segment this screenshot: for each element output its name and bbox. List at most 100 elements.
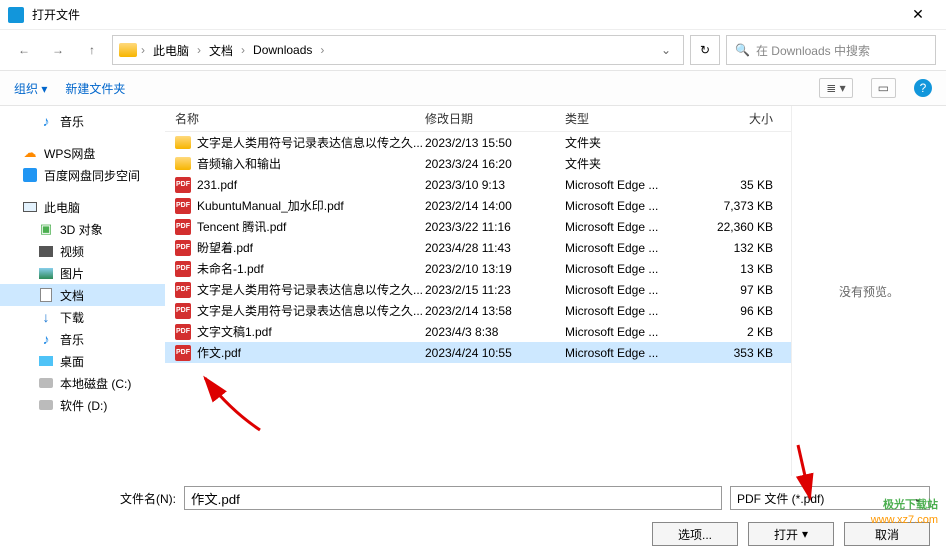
header-type[interactable]: 类型 (565, 110, 710, 127)
close-button[interactable]: ✕ (898, 6, 938, 23)
search-input[interactable]: 🔍 在 Downloads 中搜索 (726, 35, 936, 65)
path-dropdown[interactable]: ⌄ (655, 43, 677, 57)
column-headers: 名称 修改日期 类型 大小 (165, 106, 791, 132)
sidebar-item-label: 桌面 (60, 353, 84, 370)
file-type: Microsoft Edge ... (565, 241, 710, 255)
file-row[interactable]: PDF未命名-1.pdf2023/2/10 13:19Microsoft Edg… (165, 258, 791, 279)
filetype-dropdown[interactable]: PDF 文件 (*.pdf)⌄ (730, 486, 930, 510)
chevron-right-icon: › (241, 43, 245, 57)
header-size[interactable]: 大小 (710, 110, 785, 127)
desk-icon (38, 353, 54, 369)
breadcrumb[interactable]: › 此电脑 › 文档 › Downloads › ⌄ (112, 35, 684, 65)
crumb-docs[interactable]: 文档 (205, 42, 237, 59)
file-row[interactable]: PDF 231.pdf 2023/3/10 9:13Microsoft Edge .… (165, 174, 791, 195)
file-type: Microsoft Edge ... (565, 178, 710, 192)
back-button[interactable]: ← (10, 36, 38, 64)
file-size: 7,373 KB (710, 199, 785, 213)
sidebar-item[interactable]: 软件 (D:) (0, 394, 165, 416)
sidebar-item-label: 视频 (60, 243, 84, 260)
sidebar[interactable]: ♪音乐☁WPS网盘百度网盘同步空间此电脑▣3D 对象视频图片文档↓下载♪音乐桌面… (0, 106, 165, 476)
cancel-button[interactable]: 取消 (844, 522, 930, 546)
header-date[interactable]: 修改日期 (425, 110, 565, 127)
folder-icon (175, 157, 191, 170)
sidebar-item[interactable]: 桌面 (0, 350, 165, 372)
file-type: Microsoft Edge ... (565, 283, 710, 297)
sidebar-item-label: 此电脑 (44, 199, 80, 216)
file-date: 2023/4/24 10:55 (425, 346, 565, 360)
sidebar-item-label: 3D 对象 (60, 221, 103, 238)
file-row[interactable]: PDFTencent 腾讯.pdf2023/3/22 11:16Microsof… (165, 216, 791, 237)
refresh-button[interactable]: ↻ (690, 35, 720, 65)
sidebar-item-label: 音乐 (60, 331, 84, 348)
file-row[interactable]: PDF作文.pdf2023/4/24 10:55Microsoft Edge .… (165, 342, 791, 363)
file-type: 文件夹 (565, 155, 710, 172)
options-button[interactable]: 选项... (652, 522, 738, 546)
file-name: Tencent 腾讯.pdf (197, 218, 286, 235)
search-placeholder: 在 Downloads 中搜索 (756, 42, 870, 59)
sidebar-item-label: WPS网盘 (44, 145, 95, 162)
main: ♪音乐☁WPS网盘百度网盘同步空间此电脑▣3D 对象视频图片文档↓下载♪音乐桌面… (0, 106, 946, 476)
file-size: 13 KB (710, 262, 785, 276)
preview-toggle-button[interactable]: ▭ (871, 78, 896, 98)
open-button[interactable]: 打开 ▾ (748, 522, 834, 546)
sidebar-item[interactable]: 文档 (0, 284, 165, 306)
sidebar-item[interactable]: 此电脑 (0, 196, 165, 218)
sidebar-item[interactable]: ↓下载 (0, 306, 165, 328)
pdf-icon: PDF (175, 177, 191, 193)
filename-input[interactable] (184, 486, 722, 510)
chevron-right-icon: › (320, 43, 324, 57)
sidebar-item[interactable]: ▣3D 对象 (0, 218, 165, 240)
file-name: 未命名-1.pdf (197, 260, 264, 277)
file-row[interactable]: 音频输入和输出2023/3/24 16:20文件夹 (165, 153, 791, 174)
file-row[interactable]: PDFKubuntuManual_加水印.pdf2023/2/14 14:00M… (165, 195, 791, 216)
file-row[interactable]: PDF文字是人类用符号记录表达信息以传之久...2023/2/14 13:58M… (165, 300, 791, 321)
sidebar-item[interactable]: 本地磁盘 (C:) (0, 372, 165, 394)
file-date: 2023/3/10 9:13 (425, 178, 565, 192)
sidebar-item-label: 音乐 (60, 113, 84, 130)
sidebar-item[interactable]: 图片 (0, 262, 165, 284)
up-button[interactable]: ↑ (78, 36, 106, 64)
file-date: 2023/4/28 11:43 (425, 241, 565, 255)
organize-menu[interactable]: 组织 ▾ (14, 80, 47, 97)
crumb-downloads[interactable]: Downloads (249, 43, 316, 57)
footer: 文件名(N): PDF 文件 (*.pdf)⌄ 选项... 打开 ▾ 取消 (0, 476, 946, 558)
file-row[interactable]: 文字是人类用符号记录表达信息以传之久...2023/2/13 15:50文件夹 (165, 132, 791, 153)
video-icon (38, 243, 54, 259)
pdf-icon: PDF (175, 240, 191, 256)
sidebar-item-label: 文档 (60, 287, 84, 304)
file-name: 盼望着.pdf (197, 239, 253, 256)
sidebar-item[interactable]: ☁ WPS网盘 (0, 142, 165, 164)
sidebar-item[interactable]: 视频 (0, 240, 165, 262)
new-folder-button[interactable]: 新建文件夹 (65, 80, 125, 97)
file-date: 2023/4/3 8:38 (425, 325, 565, 339)
view-mode-button[interactable]: ≣ ▾ (819, 78, 852, 98)
forward-button[interactable]: → (44, 36, 72, 64)
pdf-icon: PDF (175, 345, 191, 361)
sidebar-item-label: 下载 (60, 309, 84, 326)
pdf-icon: PDF (175, 303, 191, 319)
header-name[interactable]: 名称 (165, 110, 425, 127)
app-icon (8, 7, 24, 23)
sidebar-item[interactable]: 百度网盘同步空间 (0, 164, 165, 186)
file-size: 97 KB (710, 283, 785, 297)
file-row[interactable]: PDF文字文稿1.pdf2023/4/3 8:38Microsoft Edge … (165, 321, 791, 342)
pic-icon (38, 265, 54, 281)
file-size: 22,360 KB (710, 220, 785, 234)
file-row[interactable]: PDF 盼望着.pdf 2023/4/28 11:43Microsoft Edge … (165, 237, 791, 258)
sidebar-item-label: 软件 (D:) (60, 397, 107, 414)
sidebar-item[interactable]: ♪音乐 (0, 328, 165, 350)
file-row[interactable]: PDF文字是人类用符号记录表达信息以传之久...2023/2/15 11:23M… (165, 279, 791, 300)
crumb-pc[interactable]: 此电脑 (149, 42, 193, 59)
sidebar-item[interactable]: ♪音乐 (0, 110, 165, 132)
help-button[interactable]: ? (914, 79, 932, 97)
file-name: 文字是人类用符号记录表达信息以传之久... (197, 134, 423, 151)
file-size: 132 KB (710, 241, 785, 255)
search-icon: 🔍 (735, 43, 750, 57)
file-name: 231.pdf (197, 178, 237, 192)
pdf-icon: PDF (175, 324, 191, 340)
wps-icon: ☁ (22, 145, 38, 161)
filename-label: 文件名(N): (16, 490, 176, 507)
file-size: 96 KB (710, 304, 785, 318)
pdf-icon: PDF (175, 219, 191, 235)
chevron-right-icon: › (141, 43, 145, 57)
